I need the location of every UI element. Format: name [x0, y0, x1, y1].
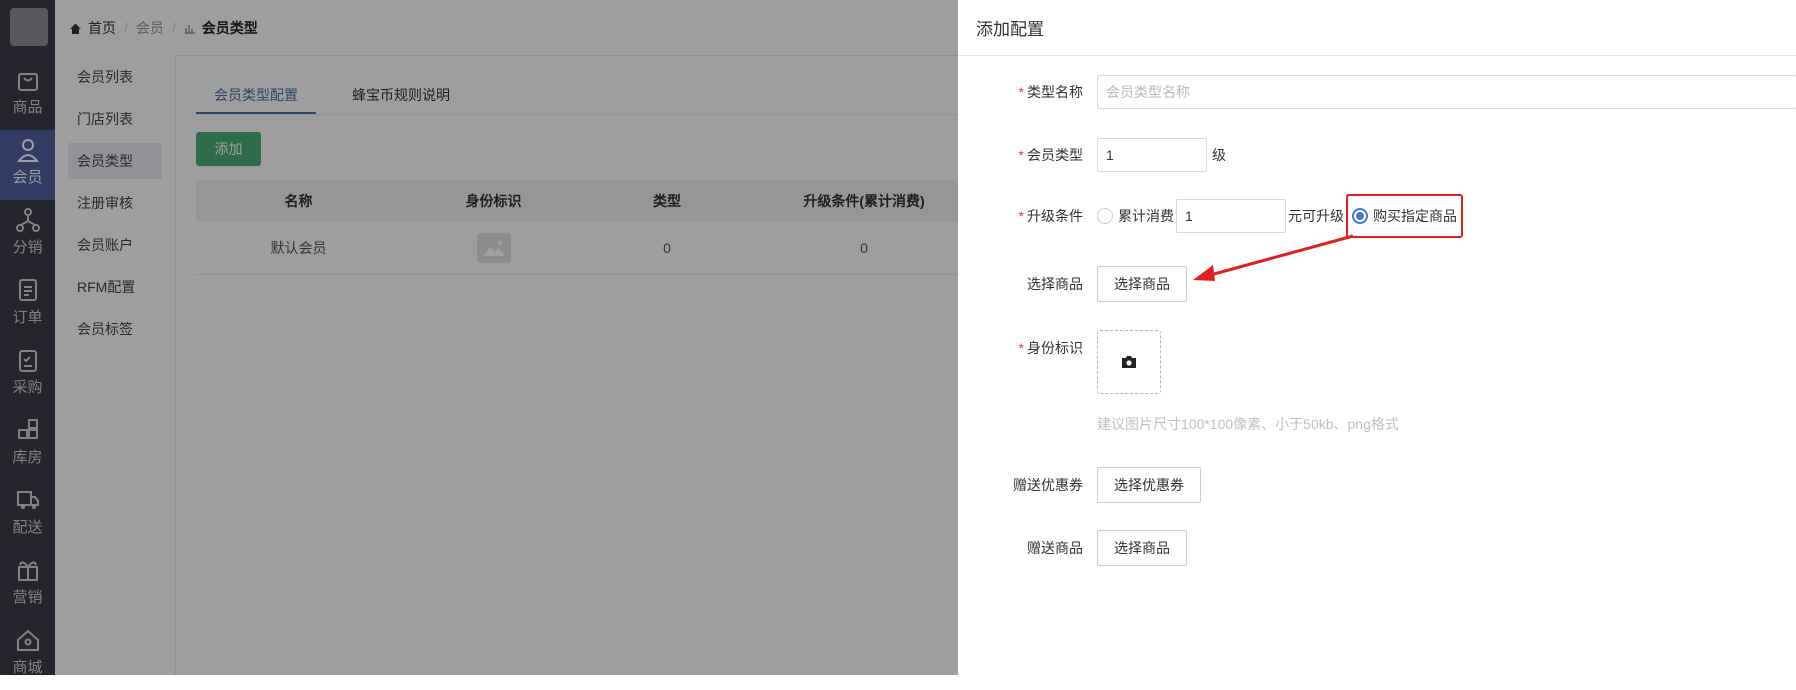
required-mark: * [1018, 208, 1024, 224]
select-goods-button[interactable]: 选择商品 [1097, 266, 1187, 302]
required-mark: * [1018, 84, 1024, 100]
form-label: * 身份标识 [958, 330, 1083, 358]
divider [958, 55, 1796, 56]
input-placeholder: 会员类型名称 [1106, 84, 1190, 100]
label-text: 类型名称 [1027, 84, 1083, 100]
label-text: 会员类型 [1027, 147, 1083, 163]
modal-mask[interactable] [0, 0, 958, 675]
form-label: * 类型名称 [958, 82, 1083, 102]
radio-buy-goods-label[interactable]: 购买指定商品 [1373, 206, 1457, 226]
form-label: * 升级条件 [958, 206, 1083, 226]
highlight-box: 购买指定商品 [1346, 194, 1463, 238]
member-level-input[interactable]: 1 [1097, 138, 1207, 172]
form-label: 赠送优惠券 [1013, 477, 1083, 493]
radio-cumulative-label[interactable]: 累计消费 [1118, 206, 1174, 226]
form-label: * 会员类型 [958, 145, 1083, 165]
type-name-input[interactable]: 会员类型名称 [1097, 75, 1796, 109]
label-text: 身份标识 [1027, 340, 1083, 356]
upload-hint: 建议图片尺寸100*100像素、小于50kb、png格式 [1097, 416, 1399, 432]
select-coupon-button[interactable]: 选择优惠券 [1097, 467, 1201, 503]
identity-upload[interactable] [1097, 330, 1161, 394]
label-text: 升级条件 [1027, 208, 1083, 224]
form-row-type-name: * 类型名称 会员类型名称 [958, 75, 1796, 109]
form-row-gift-coupon: 赠送优惠券 选择优惠券 [958, 467, 1201, 503]
radio-cumulative[interactable] [1097, 208, 1113, 224]
required-mark: * [1018, 147, 1024, 163]
form-label: 赠送商品 [1027, 540, 1083, 556]
amount-suffix: 元可升级 [1288, 208, 1344, 224]
form-label: 选择商品 [1027, 276, 1083, 292]
radio-buy-goods[interactable] [1352, 208, 1368, 224]
annotation-arrow-icon [1193, 234, 1354, 281]
form-row-member-level: * 会员类型 1 级 [958, 138, 1226, 172]
form-row-select-goods: 选择商品 选择商品 [958, 266, 1187, 302]
camera-icon [1122, 356, 1136, 368]
level-suffix: 级 [1212, 147, 1226, 163]
form-row-gift-goods: 赠送商品 选择商品 [958, 530, 1187, 566]
form-row-identity: * 身份标识 [958, 330, 1161, 394]
drawer-title: 添加配置 [976, 20, 1044, 39]
select-gift-goods-button[interactable]: 选择商品 [1097, 530, 1187, 566]
required-mark: * [1018, 340, 1024, 356]
add-config-drawer: 添加配置 * 类型名称 会员类型名称 * 会员类型 1 级 * 升级条件 累计消费 1… [958, 0, 1796, 675]
